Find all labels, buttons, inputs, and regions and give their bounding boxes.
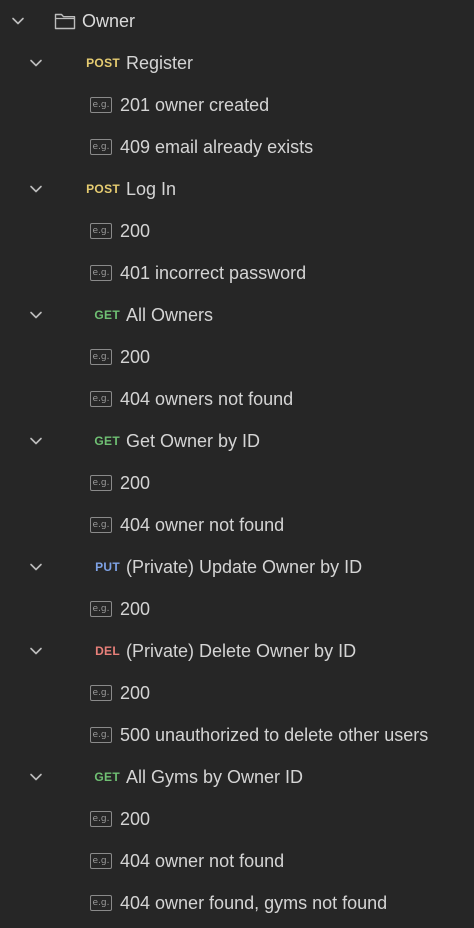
chevron-down-icon[interactable] bbox=[28, 643, 44, 659]
example-icon: e.g. bbox=[90, 727, 112, 743]
example-icon: e.g. bbox=[90, 811, 112, 827]
example-label: 409 email already exists bbox=[120, 136, 314, 157]
example-item[interactable]: e.g. 200 bbox=[0, 672, 474, 714]
request-item[interactable]: GET Get Owner by ID bbox=[0, 420, 474, 462]
method-badge: POST bbox=[86, 56, 120, 70]
example-icon: e.g. bbox=[90, 895, 112, 911]
request-item[interactable]: PUT (Private) Update Owner by ID bbox=[0, 546, 474, 588]
chevron-down-icon[interactable] bbox=[28, 307, 44, 323]
example-icon: e.g. bbox=[90, 139, 112, 155]
request-item[interactable]: GET All Owners bbox=[0, 294, 474, 336]
example-label: 200 bbox=[120, 808, 151, 829]
example-item[interactable]: e.g. 200 bbox=[0, 798, 474, 840]
example-label: 201 owner created bbox=[120, 94, 270, 115]
method-badge: GET bbox=[94, 434, 120, 448]
example-item[interactable]: e.g. 201 owner created bbox=[0, 84, 474, 126]
request-label: Log In bbox=[126, 178, 177, 199]
example-label: 404 owners not found bbox=[120, 388, 294, 409]
request-label: Get Owner by ID bbox=[126, 430, 261, 451]
example-label: 500 unauthorized to delete other users bbox=[120, 724, 429, 745]
example-item[interactable]: e.g. 404 owners not found bbox=[0, 378, 474, 420]
example-icon: e.g. bbox=[90, 97, 112, 113]
example-item[interactable]: e.g. 401 incorrect password bbox=[0, 252, 474, 294]
example-label: 200 bbox=[120, 220, 151, 241]
method-badge: GET bbox=[94, 770, 120, 784]
example-item[interactable]: e.g. 200 bbox=[0, 210, 474, 252]
example-label: 404 owner not found bbox=[120, 850, 285, 871]
example-item[interactable]: e.g. 200 bbox=[0, 588, 474, 630]
chevron-down-icon[interactable] bbox=[28, 181, 44, 197]
request-list: POST Register e.g. 201 owner created e.g. 409… bbox=[0, 42, 474, 924]
example-icon: e.g. bbox=[90, 853, 112, 869]
example-label: 200 bbox=[120, 598, 151, 619]
request-label: (Private) Update Owner by ID bbox=[126, 556, 363, 577]
request-item[interactable]: POST Log In bbox=[0, 168, 474, 210]
example-item[interactable]: e.g. 409 email already exists bbox=[0, 126, 474, 168]
method-badge: DEL bbox=[95, 644, 120, 658]
folder-owner[interactable]: Owner bbox=[0, 0, 474, 42]
example-label: 200 bbox=[120, 346, 151, 367]
example-item[interactable]: e.g. 200 bbox=[0, 336, 474, 378]
request-item[interactable]: GET All Gyms by Owner ID bbox=[0, 756, 474, 798]
example-item[interactable]: e.g. 200 bbox=[0, 462, 474, 504]
chevron-down-icon[interactable] bbox=[28, 433, 44, 449]
example-label: 404 owner found, gyms not found bbox=[120, 892, 388, 913]
example-icon: e.g. bbox=[90, 265, 112, 281]
example-item[interactable]: e.g. 500 unauthorized to delete other use… bbox=[0, 714, 474, 756]
example-icon: e.g. bbox=[90, 349, 112, 365]
example-icon: e.g. bbox=[90, 685, 112, 701]
method-badge: PUT bbox=[95, 560, 120, 574]
request-label: Register bbox=[126, 52, 194, 73]
request-item[interactable]: POST Register bbox=[0, 42, 474, 84]
folder-label: Owner bbox=[82, 10, 136, 31]
request-label: All Owners bbox=[126, 304, 214, 325]
chevron-down-icon[interactable] bbox=[28, 55, 44, 71]
chevron-down-icon[interactable] bbox=[28, 559, 44, 575]
example-icon: e.g. bbox=[90, 475, 112, 491]
method-badge: GET bbox=[94, 308, 120, 322]
example-icon: e.g. bbox=[90, 391, 112, 407]
example-label: 200 bbox=[120, 472, 151, 493]
example-label: 200 bbox=[120, 682, 151, 703]
request-label: (Private) Delete Owner by ID bbox=[126, 640, 357, 661]
example-icon: e.g. bbox=[90, 517, 112, 533]
example-item[interactable]: e.g. 404 owner found, gyms not found bbox=[0, 882, 474, 924]
folder-icon bbox=[54, 12, 76, 30]
request-label: All Gyms by Owner ID bbox=[126, 766, 304, 787]
request-item[interactable]: DEL (Private) Delete Owner by ID bbox=[0, 630, 474, 672]
collection-tree: Owner POST Register e.g. 201 owner created e… bbox=[0, 0, 474, 924]
chevron-down-icon[interactable] bbox=[10, 13, 26, 29]
example-item[interactable]: e.g. 404 owner not found bbox=[0, 504, 474, 546]
example-icon: e.g. bbox=[90, 601, 112, 617]
example-item[interactable]: e.g. 404 owner not found bbox=[0, 840, 474, 882]
example-label: 401 incorrect password bbox=[120, 262, 307, 283]
chevron-down-icon[interactable] bbox=[28, 769, 44, 785]
method-badge: POST bbox=[86, 182, 120, 196]
example-label: 404 owner not found bbox=[120, 514, 285, 535]
example-icon: e.g. bbox=[90, 223, 112, 239]
